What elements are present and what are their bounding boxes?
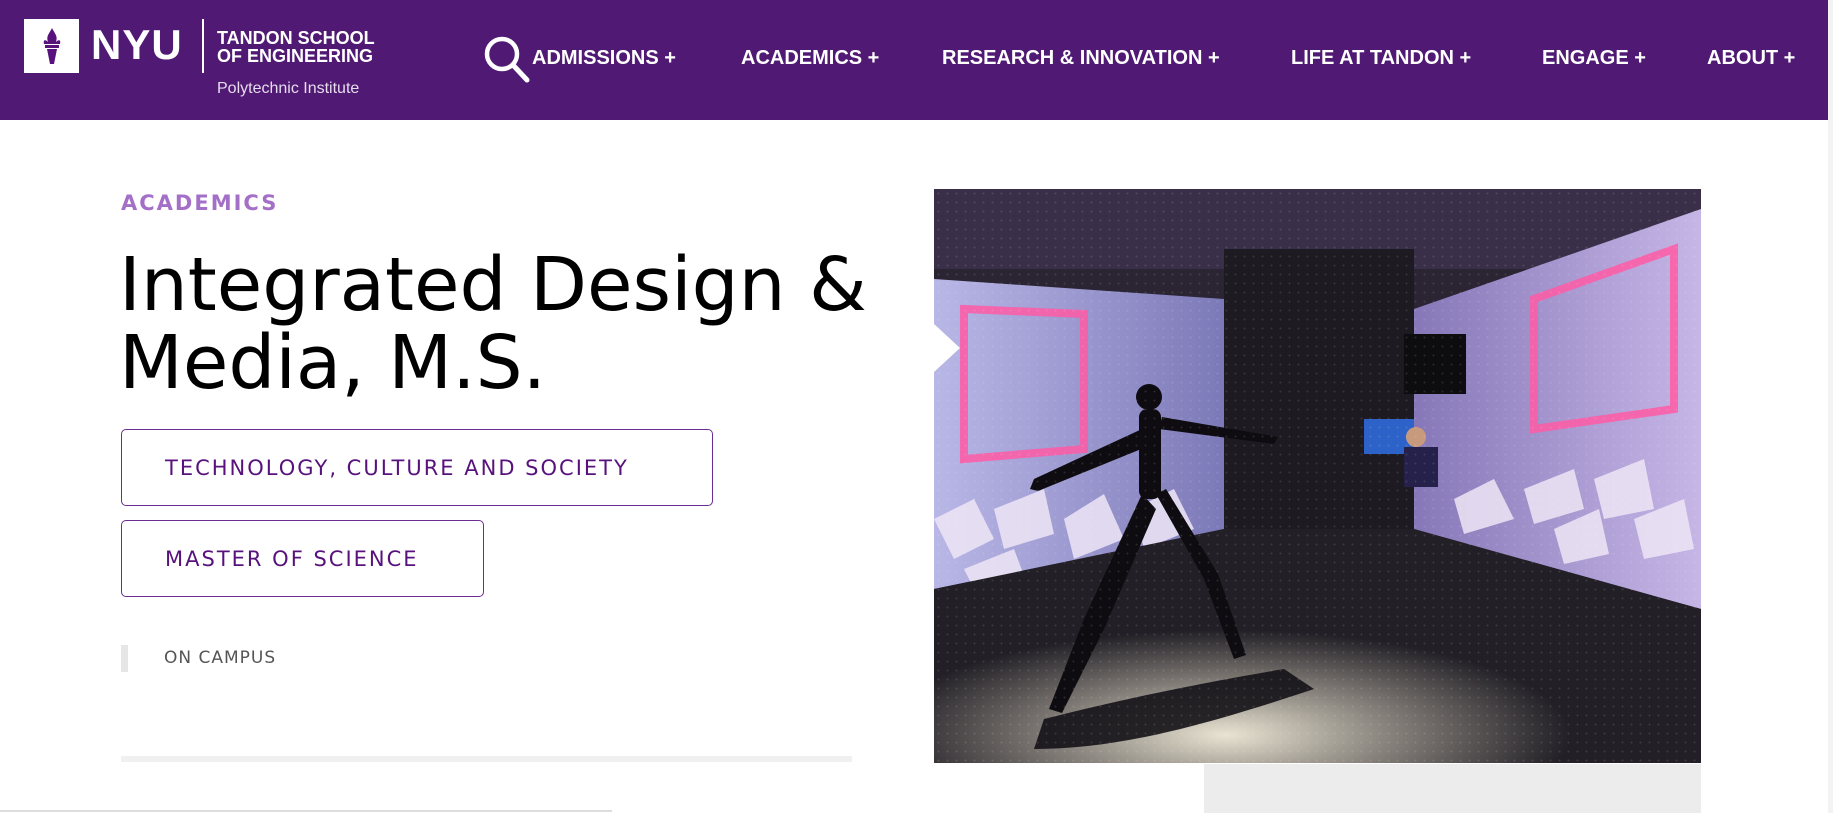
bottom-divider	[0, 810, 612, 812]
logo-divider	[202, 19, 204, 73]
nav-research-innovation[interactable]: RESEARCH & INNOVATION +	[942, 45, 1220, 71]
nav-academics[interactable]: ACADEMICS +	[741, 45, 879, 71]
nav-about[interactable]: ABOUT +	[1707, 45, 1795, 71]
tag-master-of-science[interactable]: MASTER OF SCIENCE	[121, 520, 484, 597]
hero-pointer	[934, 324, 960, 372]
location-marker	[121, 645, 128, 672]
scrollbar-gutter	[1828, 0, 1833, 813]
tag-technology-culture-society[interactable]: TECHNOLOGY, CULTURE AND SOCIETY	[121, 429, 713, 506]
content-divider	[121, 756, 852, 762]
nyu-torch-logo[interactable]	[24, 19, 79, 73]
nav-admissions[interactable]: ADMISSIONS +	[532, 45, 676, 71]
school-subtitle: Polytechnic Institute	[217, 80, 360, 97]
location-label: ON CAMPUS	[164, 648, 277, 668]
nyu-wordmark[interactable]: NYU	[91, 20, 183, 70]
nav-life-at-tandon[interactable]: LIFE AT TANDON +	[1291, 45, 1471, 71]
hero-image	[934, 189, 1701, 763]
section-eyebrow[interactable]: ACADEMICS	[121, 191, 278, 215]
school-name[interactable]: TANDON SCHOOL OF ENGINEERING	[217, 29, 397, 65]
search-button[interactable]	[482, 34, 532, 84]
page-title: Integrated Design & Media, M.S.	[119, 242, 867, 406]
sidebar-panel-top	[1204, 764, 1701, 813]
nav-engage[interactable]: ENGAGE +	[1542, 45, 1646, 71]
search-icon	[484, 36, 530, 83]
torch-icon	[43, 28, 60, 64]
site-header: NYU TANDON SCHOOL OF ENGINEERING Polytec…	[0, 0, 1828, 120]
motion-capture-dancer-photo	[934, 189, 1701, 763]
